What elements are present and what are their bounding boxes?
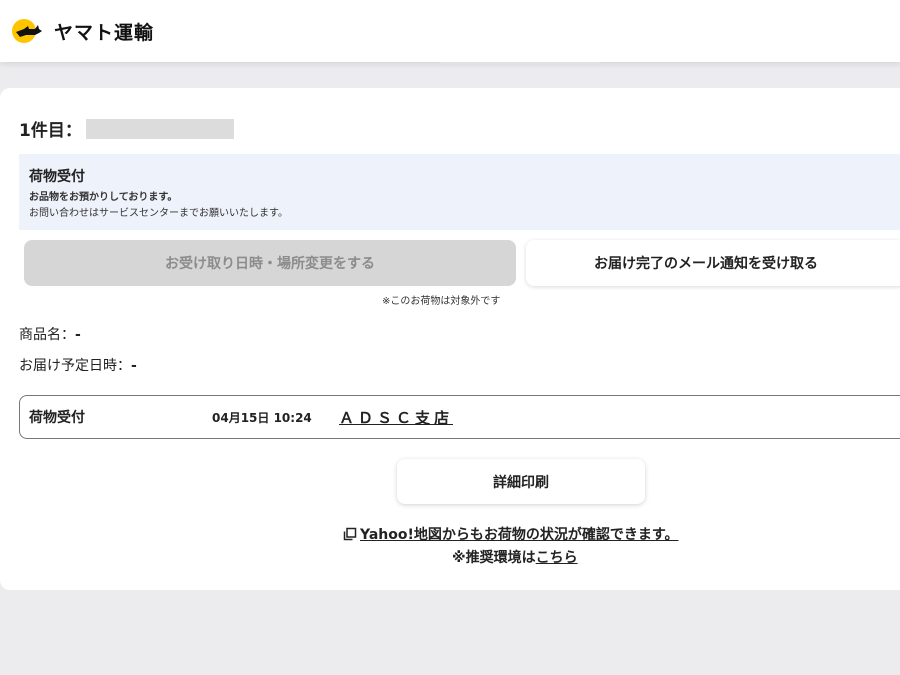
site-header: ヤマト運輸: [0, 0, 900, 62]
mail-notification-button[interactable]: お届け完了のメール通知を受け取る: [526, 240, 900, 286]
item-heading: 1件目：: [19, 116, 234, 141]
product-name-label: 商品名：: [19, 327, 75, 343]
product-name-row: 商品名：-: [19, 324, 81, 344]
change-delivery-button[interactable]: お受け取り日時・場所変更をする: [24, 240, 516, 286]
product-name-value: -: [75, 327, 81, 343]
yahoo-map-link[interactable]: Yahoo!地図からもお荷物の状況が確認できます。: [343, 524, 679, 544]
status-message: お品物をお預かりしております。: [29, 192, 178, 203]
status-title: 荷物受付: [29, 169, 85, 185]
recommended-environment: ※推奨環境はこちら: [452, 547, 578, 567]
status-contact-note: お問い合わせはサービスセンターまでお願いいたします。: [29, 208, 288, 219]
tracking-history-row: 荷物受付 04月15日 10:24 ＡＤＳＣ支店: [19, 395, 900, 439]
yahoo-map-link-text[interactable]: Yahoo!地図からもお荷物の状況が確認できます。: [360, 524, 679, 544]
tracking-number-redacted: [85, 118, 234, 139]
delivery-date-label: お届け予定日時：: [19, 358, 131, 374]
recommend-link[interactable]: こちら: [536, 550, 578, 566]
tracking-branch-link[interactable]: ＡＤＳＣ支店: [339, 407, 453, 428]
print-details-button[interactable]: 詳細印刷: [397, 459, 645, 504]
item-number-label: 1件目：: [19, 121, 82, 141]
delivery-date-row: お届け予定日時：-: [19, 355, 137, 375]
header-tab-indicator: [440, 62, 600, 66]
delivery-date-value: -: [131, 358, 137, 374]
yamato-cat-logo-icon[interactable]: [12, 19, 46, 43]
tracking-status: 荷物受付: [29, 410, 85, 426]
brand-name[interactable]: ヤマト運輸: [54, 18, 154, 45]
external-link-icon: [343, 527, 357, 541]
tracking-datetime: 04月15日 10:24: [212, 410, 312, 425]
status-panel: 荷物受付 お品物をお預かりしております。 お問い合わせはサービスセンターまでお願…: [19, 154, 900, 230]
not-applicable-note: ※このお荷物は対象外です: [382, 296, 501, 307]
recommend-prefix: ※推奨環境は: [452, 550, 536, 566]
tracking-card: 1件目： 荷物受付 お品物をお預かりしております。 お問い合わせはサービスセンタ…: [0, 88, 900, 590]
